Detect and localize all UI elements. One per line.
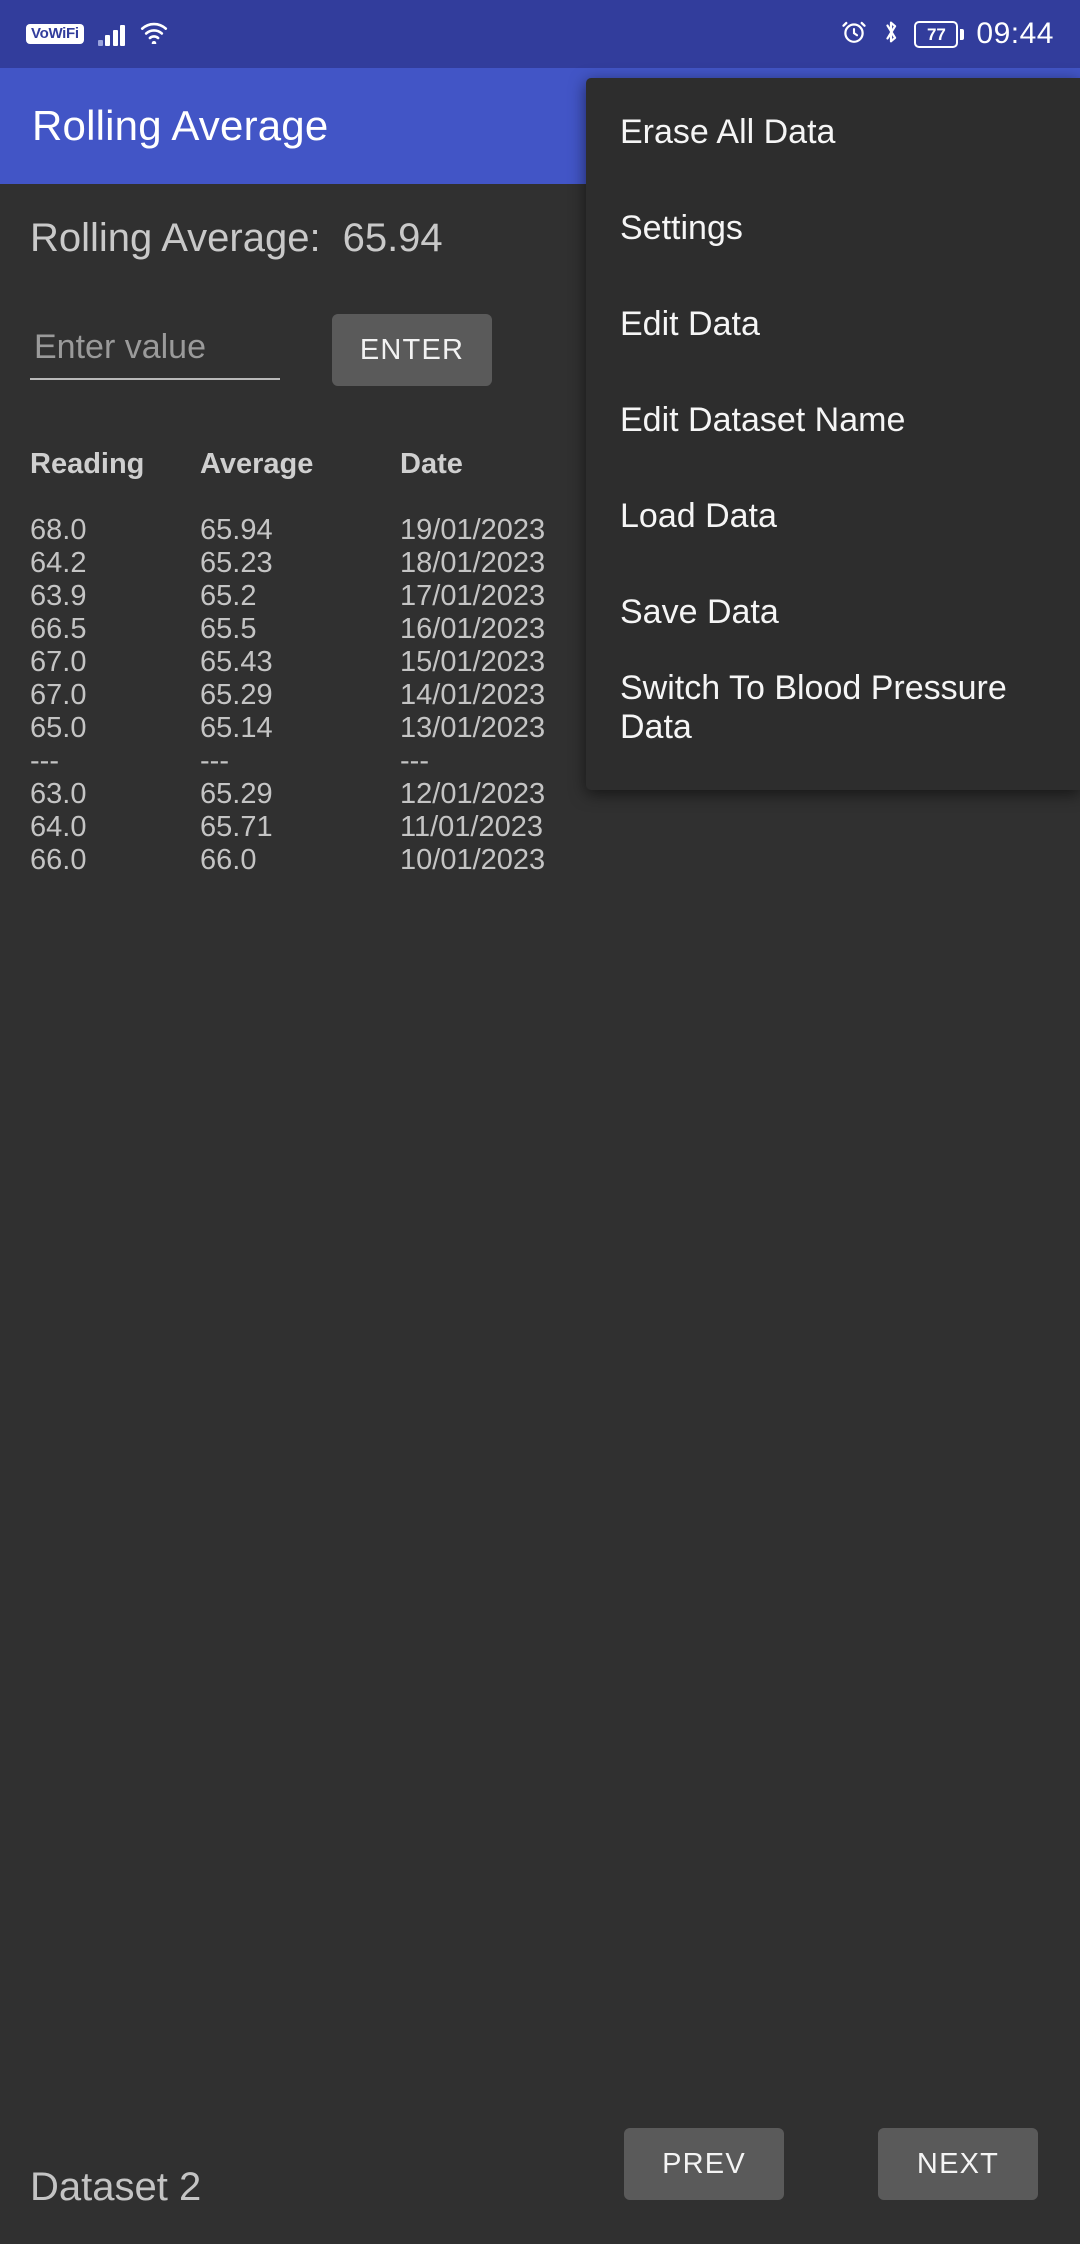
- cell-average: ---: [200, 745, 400, 778]
- battery-level: 77: [927, 26, 946, 43]
- cell-reading: 65.0: [0, 712, 200, 745]
- cell-date: 11/01/2023: [400, 811, 700, 844]
- column-header-reading: Reading: [0, 448, 200, 481]
- status-bar: VoWiFi: [0, 0, 1080, 68]
- menu-item-save-data[interactable]: Save Data: [586, 564, 1080, 660]
- menu-item-erase-all-data[interactable]: Erase All Data: [586, 84, 1080, 180]
- wifi-icon: [139, 20, 169, 49]
- cell-average: 65.23: [200, 547, 400, 580]
- cell-date: 10/01/2023: [400, 844, 700, 877]
- cell-average: 65.94: [200, 514, 400, 547]
- cell-reading: 67.0: [0, 646, 200, 679]
- value-input[interactable]: [30, 322, 280, 380]
- status-bar-clock: 09:44: [976, 17, 1054, 51]
- page-title: Rolling Average: [32, 102, 328, 150]
- rolling-average-value: 65.94: [343, 216, 443, 261]
- menu-item-load-data[interactable]: Load Data: [586, 468, 1080, 564]
- cell-average: 65.2: [200, 580, 400, 613]
- cell-reading: ---: [0, 745, 200, 778]
- cell-reading: 66.0: [0, 844, 200, 877]
- cell-reading: 64.2: [0, 547, 200, 580]
- overflow-menu: Erase All Data Settings Edit Data Edit D…: [586, 78, 1080, 790]
- cell-reading: 63.9: [0, 580, 200, 613]
- cell-average: 65.14: [200, 712, 400, 745]
- column-header-average: Average: [200, 448, 400, 481]
- bluetooth-icon: [880, 18, 902, 51]
- cell-reading: 67.0: [0, 679, 200, 712]
- cell-average: 65.71: [200, 811, 400, 844]
- table-row[interactable]: 64.0 65.71 11/01/2023: [0, 811, 1080, 844]
- cell-reading: 68.0: [0, 514, 200, 547]
- menu-item-switch-to-blood-pressure-data[interactable]: Switch To Blood Pressure Data: [586, 660, 1080, 756]
- enter-button[interactable]: ENTER: [332, 314, 492, 386]
- cell-average: 66.0: [200, 844, 400, 877]
- prev-button[interactable]: PREV: [624, 2128, 784, 2200]
- cell-average: 65.29: [200, 679, 400, 712]
- cell-average: 65.29: [200, 778, 400, 811]
- cell-average: 65.43: [200, 646, 400, 679]
- cell-reading: 66.5: [0, 613, 200, 646]
- menu-item-edit-dataset-name[interactable]: Edit Dataset Name: [586, 372, 1080, 468]
- alarm-icon: [840, 18, 868, 51]
- rolling-average-summary: Rolling Average: 65.94: [30, 216, 443, 261]
- table-row[interactable]: 66.0 66.0 10/01/2023: [0, 844, 1080, 877]
- menu-item-edit-data[interactable]: Edit Data: [586, 276, 1080, 372]
- cell-reading: 63.0: [0, 778, 200, 811]
- next-button[interactable]: NEXT: [878, 2128, 1038, 2200]
- status-bar-left: VoWiFi: [26, 20, 169, 49]
- menu-item-settings[interactable]: Settings: [586, 180, 1080, 276]
- bottom-bar: Dataset 2 PREV NEXT: [0, 2094, 1080, 2244]
- status-bar-right: 77 09:44: [840, 17, 1054, 51]
- cell-reading: 64.0: [0, 811, 200, 844]
- app-screen: VoWiFi: [0, 0, 1080, 2244]
- dataset-name-label: Dataset 2: [30, 2165, 201, 2210]
- rolling-average-label: Rolling Average:: [30, 216, 321, 261]
- vowifi-icon: VoWiFi: [26, 24, 84, 45]
- cell-average: 65.5: [200, 613, 400, 646]
- cellular-signal-icon: [98, 22, 126, 46]
- battery-icon: 77: [914, 21, 964, 48]
- value-entry-row: ENTER: [30, 314, 500, 394]
